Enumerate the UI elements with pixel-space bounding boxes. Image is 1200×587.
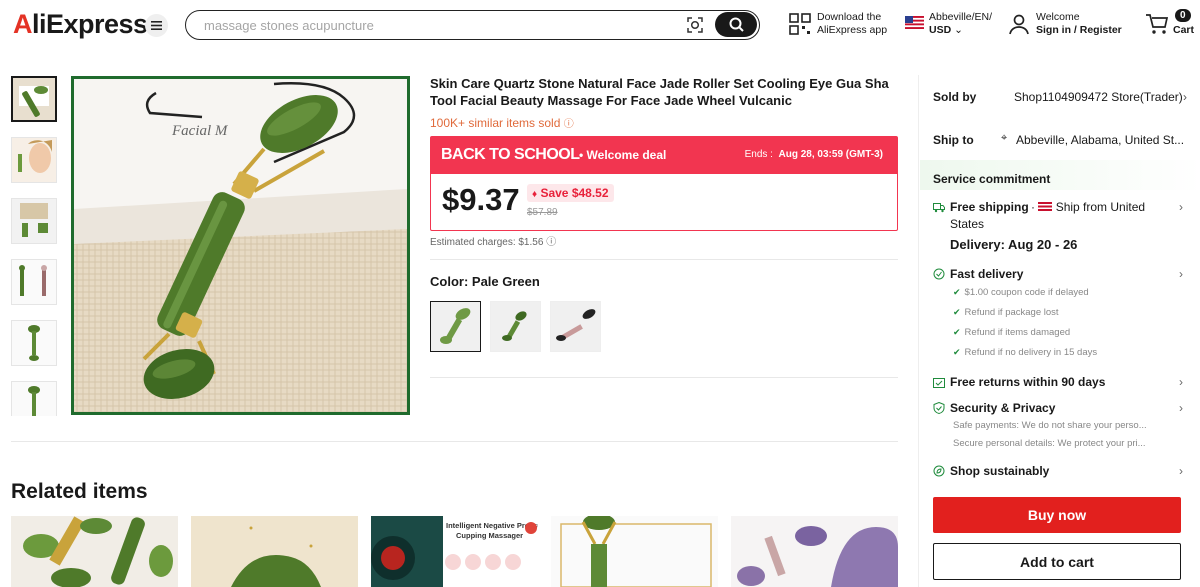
- check-icon: ✔: [953, 307, 961, 317]
- user-icon: [1009, 14, 1029, 35]
- swatch-pale-green[interactable]: [430, 301, 481, 352]
- cart-icon: [1146, 14, 1169, 34]
- image-search-icon[interactable]: [686, 16, 704, 34]
- shield-icon: [933, 402, 945, 414]
- thumbnail-strip: [11, 76, 59, 416]
- search-button[interactable]: [715, 12, 757, 37]
- current-price: $9.37: [442, 182, 520, 217]
- svg-text:Intelligent Negative Pressure: Intelligent Negative Pressure: [446, 521, 538, 530]
- clock-check-icon: [933, 268, 945, 280]
- menu-button[interactable]: [145, 14, 168, 37]
- swatch-black-rose[interactable]: [550, 301, 601, 352]
- color-label: Color: Pale Green: [430, 274, 540, 289]
- divider: [430, 259, 898, 260]
- chevron-right-icon: ›: [1179, 401, 1183, 415]
- delivery-date: Delivery: Aug 20 - 26: [950, 237, 1078, 252]
- return-box-icon: [933, 378, 945, 388]
- sold-by-row[interactable]: Sold by Shop1104909472 Store(Trader) ›: [933, 90, 1187, 104]
- us-flag-icon: [905, 16, 924, 29]
- thumbnail-5[interactable]: [11, 320, 57, 366]
- related-item-5[interactable]: [731, 516, 898, 587]
- cart-label: Cart: [1173, 24, 1195, 36]
- svg-text:Cupping Massager: Cupping Massager: [456, 531, 523, 540]
- buy-now-button[interactable]: Buy now: [933, 497, 1181, 533]
- swatch-green[interactable]: [490, 301, 541, 352]
- chevron-right-icon: ›: [1179, 464, 1183, 478]
- deal-box: BACK TO SCHOOL • Welcome deal Ends : Aug…: [430, 136, 898, 231]
- thumbnail-2[interactable]: [11, 137, 57, 183]
- search-bar: [185, 10, 760, 40]
- check-icon: ✔: [953, 347, 961, 357]
- service-commitment-title: Service commitment: [933, 172, 1051, 186]
- main-product-image[interactable]: Facial M: [71, 76, 410, 415]
- related-items-title: Related items: [11, 480, 148, 503]
- flame-icon: ♦: [532, 189, 538, 200]
- aliexpress-logo[interactable]: AliExpress: [13, 9, 148, 40]
- thumbnail-4[interactable]: [11, 259, 57, 305]
- hamburger-icon: [151, 21, 162, 30]
- add-to-cart-button[interactable]: Add to cart: [933, 543, 1181, 580]
- chevron-down-icon: ⌄: [954, 24, 963, 36]
- us-flag-icon: [1038, 202, 1053, 211]
- ship-to-row[interactable]: Ship to ⌖ Abbeville, Alabama, United St.…: [933, 132, 1184, 147]
- color-swatches: [430, 301, 601, 352]
- chevron-right-icon: ›: [1183, 90, 1187, 104]
- related-item-1[interactable]: [11, 516, 178, 587]
- save-badge: ♦ Save $48.52: [527, 184, 614, 202]
- svg-text:Facial M: Facial M: [171, 123, 229, 139]
- truck-icon: [933, 203, 945, 213]
- check-icon: ✔: [953, 287, 961, 297]
- related-item-3[interactable]: Intelligent Negative PressureCupping Mas…: [371, 516, 538, 587]
- original-price: $57.89: [527, 207, 558, 218]
- search-icon: [729, 17, 744, 32]
- related-item-4[interactable]: [551, 516, 718, 587]
- chevron-right-icon: ›: [1179, 267, 1183, 281]
- leaf-icon: [933, 465, 945, 477]
- jade-roller-image: Facial M: [74, 79, 407, 412]
- chevron-right-icon: ›: [1179, 200, 1183, 214]
- estimated-charges: Estimated charges: $1.56 ⓘ: [430, 237, 557, 248]
- purchase-panel: Sold by Shop1104909472 Store(Trader) › S…: [918, 75, 1200, 587]
- section-divider: [11, 441, 898, 442]
- chevron-right-icon: ›: [1179, 375, 1183, 389]
- qr-code-icon: [789, 13, 811, 35]
- thumbnail-1[interactable]: [11, 76, 57, 122]
- deal-countdown: Ends : Aug 28, 03:59 (GMT-3): [744, 149, 883, 160]
- location-pin-icon: ⌖: [1001, 132, 1008, 144]
- search-input[interactable]: [204, 16, 674, 34]
- product-title: Skin Care Quartz Stone Natural Face Jade…: [430, 76, 889, 108]
- check-icon: ✔: [953, 327, 961, 337]
- info-icon[interactable]: ⓘ: [564, 119, 574, 130]
- deal-banner: BACK TO SCHOOL • Welcome deal Ends : Aug…: [431, 137, 897, 174]
- sold-count: 100K+ similar items sold ⓘ: [430, 116, 574, 130]
- thumbnail-6[interactable]: [11, 381, 57, 416]
- thumbnail-3[interactable]: [11, 198, 57, 244]
- info-icon[interactable]: ⓘ: [546, 237, 556, 248]
- top-header: AliExpress Download theAliExpress app Ab…: [0, 0, 1200, 50]
- cart-count-badge: 0: [1175, 9, 1191, 22]
- related-item-2[interactable]: [191, 516, 358, 587]
- divider: [430, 377, 898, 378]
